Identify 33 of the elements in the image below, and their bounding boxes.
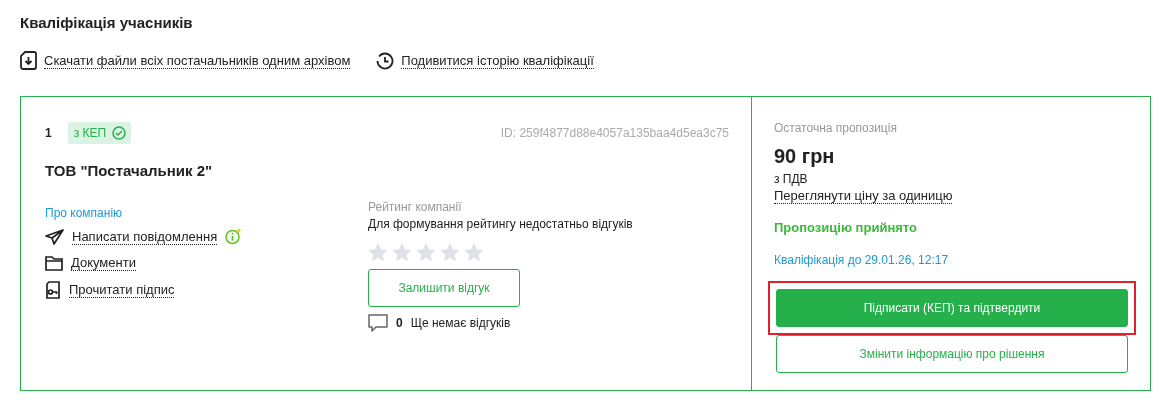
section-title: Кваліфікація учасників (20, 14, 194, 31)
qualification-deadline: Кваліфікація до 29.01.26, 12:17 (774, 253, 950, 267)
unit-price-link[interactable]: Переглянути ціну за одиницю (774, 188, 953, 204)
star-icon (416, 243, 436, 262)
star-icon (368, 243, 388, 262)
action-link[interactable]: Скачати файли всіх постачальників одним архівом (44, 52, 351, 69)
action-link[interactable]: Подивитися історію кваліфікації (401, 52, 594, 69)
check-circle-icon (112, 126, 127, 140)
download-file-icon (20, 51, 37, 70)
bid-id: ID: 259f4877d88e4057a135baa4d5ea3c75 (500, 126, 729, 140)
rating-note: Для формування рейтингу недостатньо відгуків (368, 217, 634, 231)
history-icon (376, 51, 395, 70)
company-link[interactable]: Прочитати підпис (69, 282, 175, 298)
comment-icon (368, 314, 388, 332)
review-count: 0 (396, 316, 403, 330)
star-icon (464, 243, 484, 262)
company-link[interactable]: Документи (71, 255, 136, 271)
offer-price: 90 грн (774, 145, 836, 168)
vat-note: з ПДВ (774, 172, 809, 186)
bid-number: 1 (45, 126, 52, 140)
rating-label: Рейтинг компанії (368, 200, 463, 214)
company-link[interactable]: Написати повідомлення (72, 228, 218, 245)
supplier-name: ТОВ "Постачальник 2" (45, 162, 214, 179)
signature-badge: з КЕП (67, 122, 132, 144)
info-icon[interactable] (225, 228, 243, 245)
folder-icon (45, 255, 63, 271)
star-icon (440, 243, 460, 262)
star-icon (392, 243, 412, 262)
reviews-note: Ще немає відгуків (410, 316, 511, 330)
key-document-icon (45, 281, 61, 299)
offer-label: Остаточна пропозиція (774, 121, 898, 135)
paper-plane-icon (45, 228, 64, 245)
offer-status: Пропозицію прийнято (774, 220, 918, 235)
